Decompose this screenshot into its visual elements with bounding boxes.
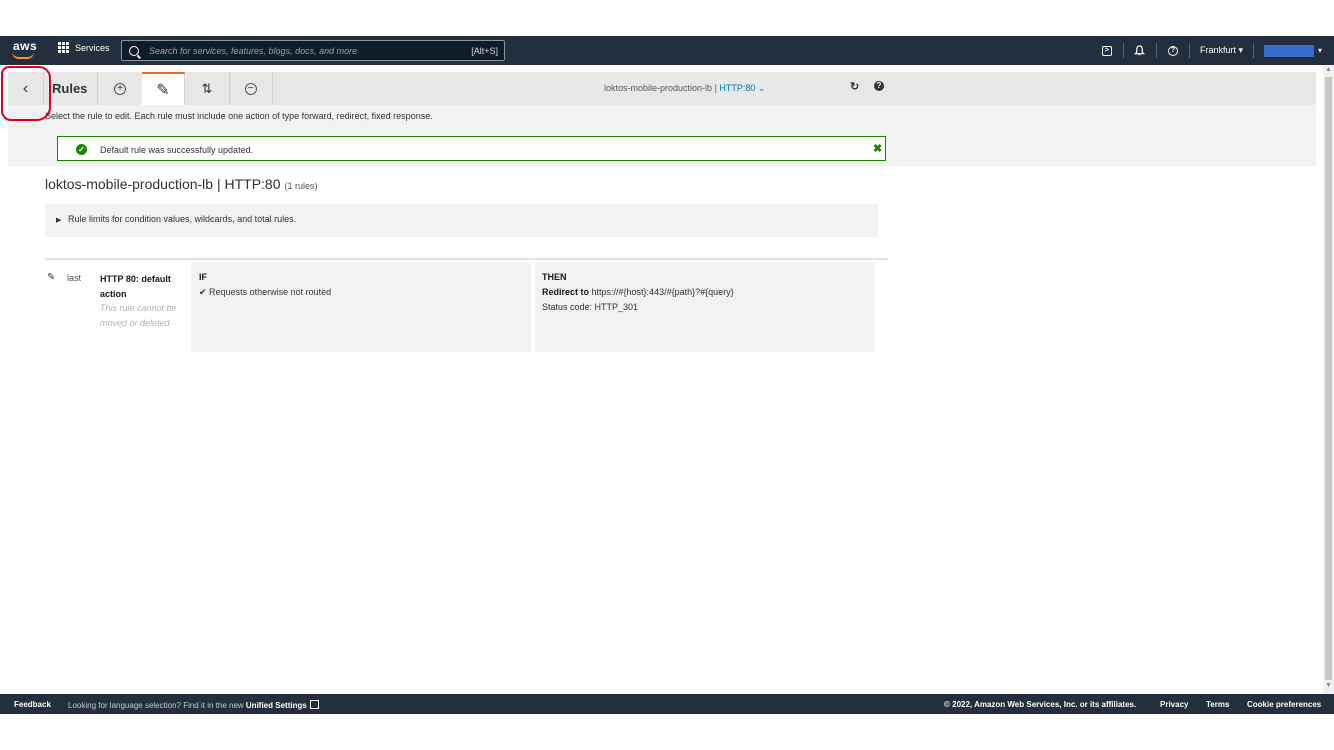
search-placeholder: Search for services, features, blogs, do… [149,45,358,56]
region-selector[interactable]: Frankfurt ▾ [1200,45,1243,56]
success-alert: ✓ Default rule was successfully updated.… [57,136,886,161]
rule-limits-label: Rule limits for condition values, wildca… [68,214,297,224]
delete-rule-tab[interactable]: − [229,72,273,105]
refresh-icon[interactable]: ↻ [850,80,859,93]
account-menu-button[interactable] [1263,44,1314,57]
load-balancer-name: loktos-mobile-production-lb [604,83,713,93]
help-button[interactable]: ? [1167,45,1179,57]
grid-icon [58,42,69,53]
close-icon[interactable]: ✖ [873,142,882,155]
edit-rule-tab[interactable]: ✎ [142,72,185,105]
if-label: IF [199,272,207,282]
reorder-rules-tab[interactable]: ⇅ [185,72,230,105]
redirect-action: Redirect to https://#{host}:443/#{path}?… [542,287,734,297]
scrollbar-thumb[interactable] [1325,77,1332,680]
language-note: Looking for language selection? Find it … [68,700,319,710]
feedback-link[interactable]: Feedback [14,700,51,709]
then-label: THEN [542,272,567,282]
notifications-button[interactable] [1134,45,1146,57]
status-code: Status code: HTTP_301 [542,302,639,312]
condition-text: ✔ Requests otherwise not routed [199,287,332,297]
external-link-icon[interactable] [309,700,319,709]
add-rule-tab[interactable]: + [98,72,143,105]
account-caret-icon[interactable]: ▾ [1318,46,1322,55]
top-navigation-bar: aws Services Search for services, featur… [0,36,1334,65]
language-note-text: Looking for language selection? Find it … [68,701,246,710]
aws-logo-smile [12,52,34,59]
rule-note: This rule cannot be moved or deleted [100,303,177,328]
annotation-circle [1,66,51,121]
footer: Feedback Looking for language selection?… [0,694,1334,714]
rule-conditions[interactable]: IF ✔ Requests otherwise not routed [191,263,531,352]
caret-right-icon: ▶ [56,217,62,224]
terms-link[interactable]: Terms [1206,700,1229,709]
rule-limits-expander[interactable]: ▶ Rule limits for condition values, wild… [45,204,878,237]
search-input[interactable]: Search for services, features, blogs, do… [121,40,505,61]
rule-name: HTTP 80: default action [100,274,171,299]
redirect-label: Redirect to [542,287,590,297]
nav-divider [1252,43,1254,58]
listener-selector[interactable]: loktos-mobile-production-lb | HTTP:80 ⌄ [604,83,765,94]
page-title: Rules [43,72,98,105]
scroll-down-icon[interactable]: ▼ [1325,682,1332,689]
copyright-text: © 2022, Amazon Web Services, Inc. or its… [944,700,1137,709]
services-menu-button[interactable]: Services [58,42,110,53]
vertical-scrollbar[interactable]: ▲ ▼ [1323,65,1334,694]
nav-divider [1188,43,1190,58]
rule-actions[interactable]: THEN Redirect to https://#{host}:443/#{p… [535,263,875,352]
pencil-icon: ✎ [156,81,170,99]
services-label: Services [75,42,110,53]
rule-count: (1 rules) [284,181,318,191]
aws-logo[interactable]: aws [13,39,37,53]
nav-divider [1122,43,1124,58]
minus-circle-icon: − [244,82,257,95]
instructions-text: Select the rule to edit. Each rule must … [45,111,433,121]
nav-right-group: > ? Frankfurt ▾ ▾ [1091,43,1322,58]
help-icon: ? [1167,45,1178,56]
cookie-preferences-link[interactable]: Cookie preferences [1247,700,1321,709]
check-circle-icon: ✓ [76,144,87,155]
divider [45,258,888,260]
redirect-url: https://#{host}:443/#{path}?#{query} [589,287,734,297]
listener-heading: loktos-mobile-production-lb | HTTP:80 (1 … [45,176,318,192]
search-shortcut: [Alt+S] [471,45,498,56]
listener-title: loktos-mobile-production-lb | HTTP:80 [45,176,281,192]
bell-icon [1134,45,1146,56]
unified-settings-link[interactable]: Unified Settings [246,701,307,710]
plus-circle-icon: + [114,82,126,95]
listener-dropdown[interactable]: HTTP:80 ⌄ [719,83,765,93]
nav-divider [1155,43,1157,58]
privacy-link[interactable]: Privacy [1160,700,1188,709]
reorder-icon: ⇅ [201,80,213,96]
pencil-icon[interactable]: ✎ [47,272,55,283]
help-icon[interactable]: ? [874,81,884,91]
search-icon [129,45,139,56]
cloudshell-button[interactable]: > [1101,45,1113,57]
cloudshell-icon: > [1101,45,1112,56]
scroll-up-icon[interactable]: ▲ [1325,66,1332,73]
rule-priority: last [67,273,82,283]
success-message: Default rule was successfully updated. [100,145,254,155]
rules-toolbar: ‹ Rules + ✎ ⇅ − loktos-mobile-production… [8,72,1316,106]
